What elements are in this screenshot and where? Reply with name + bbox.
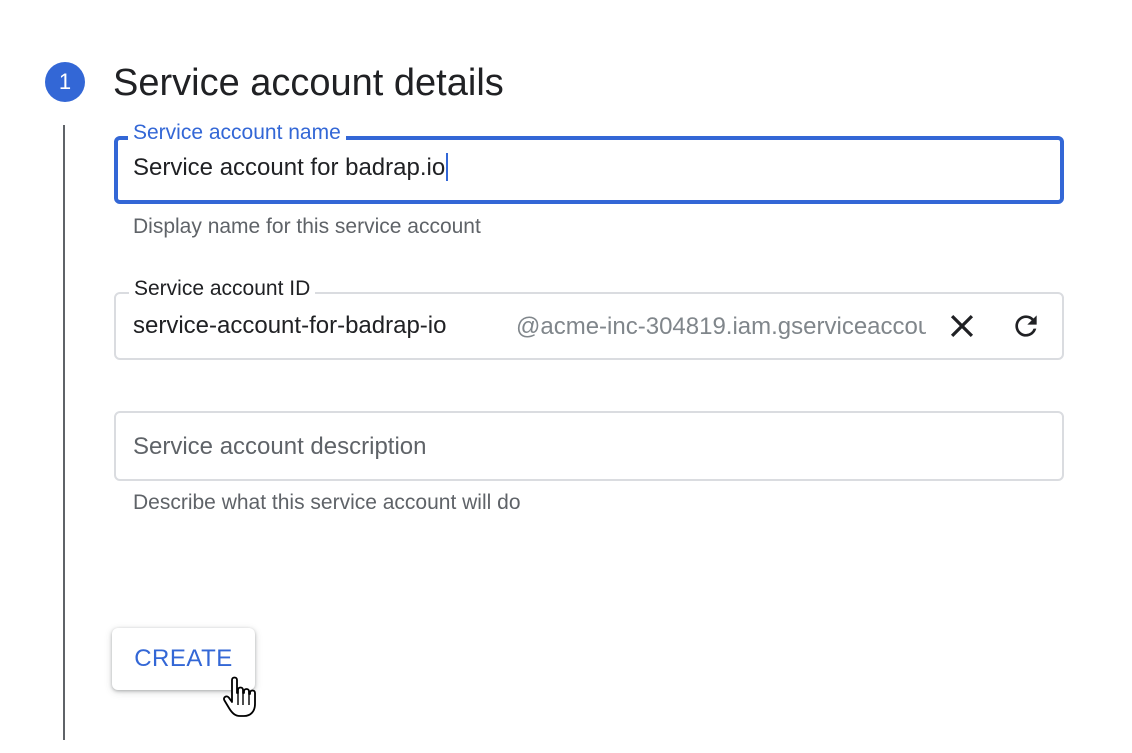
service-account-description-helper: Describe what this service account will …: [133, 491, 521, 514]
step-number-badge: 1: [45, 62, 85, 102]
step-connector-line: [63, 125, 65, 740]
regenerate-id-button[interactable]: [1004, 304, 1048, 348]
service-account-name-label: Service account name: [128, 121, 346, 145]
close-icon: [950, 314, 974, 338]
service-account-description-placeholder: Service account description: [133, 433, 427, 460]
service-account-description-field[interactable]: Service account description: [114, 411, 1064, 481]
service-account-email-suffix: @acme-inc-304819.iam.gserviceaccount.com: [516, 313, 926, 340]
service-account-id-field[interactable]: Service account ID service-account-for-b…: [114, 277, 1064, 360]
clear-id-button[interactable]: [940, 304, 984, 348]
hand-pointer-cursor-icon: [223, 676, 256, 717]
service-account-name-value: Service account for badrap.io: [133, 154, 446, 181]
service-account-name-field[interactable]: Service account name Service account for…: [114, 121, 1064, 204]
service-account-name-helper: Display name for this service account: [133, 215, 481, 238]
refresh-icon: [1015, 315, 1037, 337]
step-title: Service account details: [113, 62, 504, 104]
service-account-name-input[interactable]: Service account for badrap.io: [133, 153, 449, 183]
text-caret: [446, 153, 449, 181]
service-account-id-label: Service account ID: [129, 277, 316, 301]
service-account-id-input[interactable]: service-account-for-badrap-io: [133, 311, 446, 341]
